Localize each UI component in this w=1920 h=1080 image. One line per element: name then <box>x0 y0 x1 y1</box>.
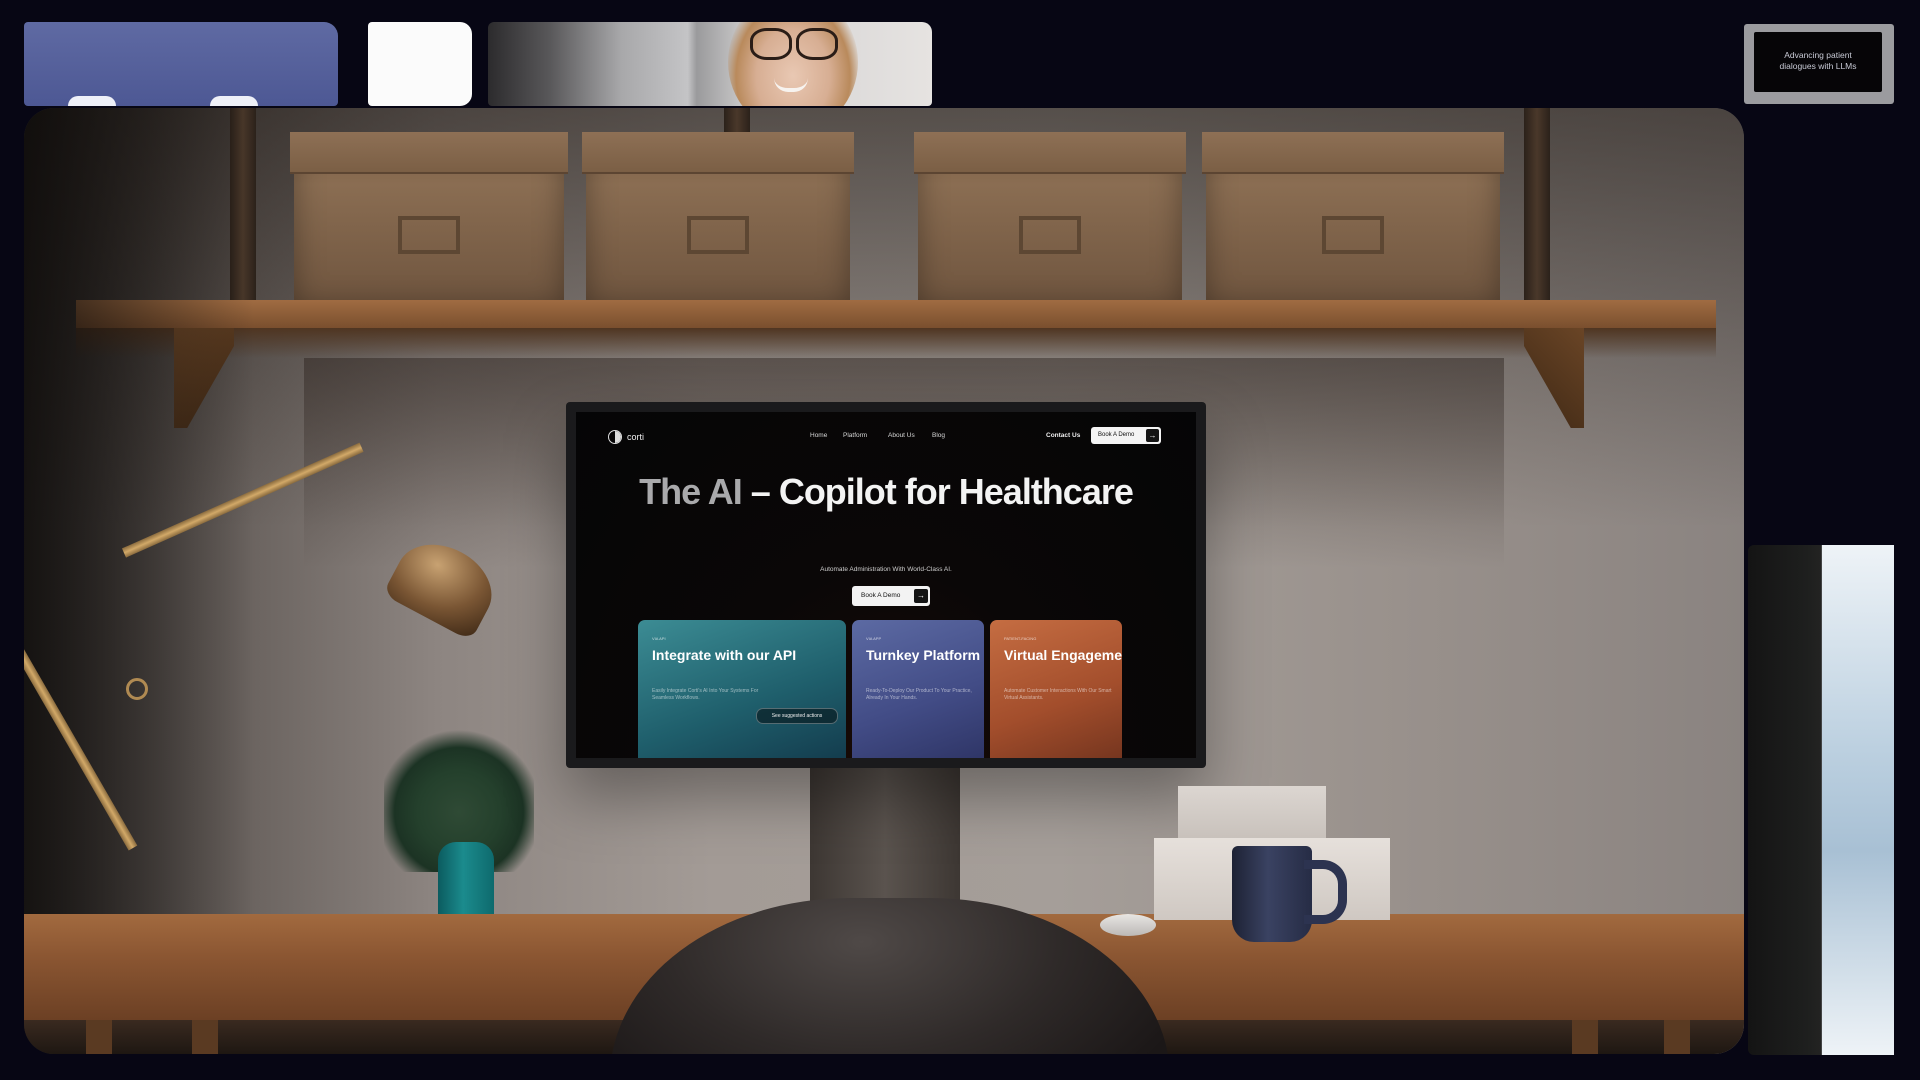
book-demo-button[interactable]: Book A Demo → <box>1091 427 1161 444</box>
logo-mark-icon <box>608 430 622 444</box>
card-description: Automate Customer Interactions With Our … <box>1004 688 1112 701</box>
nav-platform[interactable]: Platform <box>843 432 867 439</box>
card-description: Ready-To-Deploy Our Product To Your Prac… <box>866 688 972 701</box>
thumbnail-side[interactable] <box>1748 545 1894 1055</box>
thumbnail-white[interactable] <box>368 22 472 106</box>
nav-contact[interactable]: Contact Us <box>1046 432 1080 439</box>
nav-about[interactable]: About Us <box>888 432 915 439</box>
nav-blog[interactable]: Blog <box>932 432 945 439</box>
card-turnkey-platform[interactable]: Via app Turnkey Platform Ready-To-Deploy… <box>852 620 984 758</box>
card-integrate-api[interactable]: Via API Integrate with our API Easily In… <box>638 620 846 758</box>
thumbnail-preview[interactable]: Advancing patient dialogues with LLMs <box>1744 24 1894 104</box>
logo-text: corti <box>627 432 645 442</box>
card-virtual-engagement[interactable]: Patient-facing Virtual Engagement Automa… <box>990 620 1122 758</box>
box-stack-top <box>1178 786 1326 842</box>
arrow-right-icon: → <box>914 589 928 603</box>
coffee-mug <box>1232 846 1312 942</box>
pill-shape <box>68 96 116 106</box>
card-title: Turnkey Platform <box>866 647 981 663</box>
hero-title-main: – Copilot for Healthcare <box>741 471 1134 512</box>
book-demo-label: Book A Demo <box>1098 432 1135 438</box>
desk-leg <box>86 1020 112 1054</box>
website-screen: corti Home Platform About Us Blog Contac… <box>576 412 1196 758</box>
hero-title: The AI – Copilot for Healthcare <box>576 470 1196 514</box>
card-title: Virtual Engagement <box>1004 647 1122 663</box>
glasses-shape <box>750 28 838 60</box>
monitor-stand <box>810 768 960 916</box>
storage-box <box>914 132 1186 308</box>
wooden-shelf <box>76 300 1716 328</box>
main-video-frame[interactable]: corti Home Platform About Us Blog Contac… <box>24 108 1744 1054</box>
shelf-underside <box>76 328 1716 358</box>
lamp-joint <box>126 678 148 700</box>
card-eyebrow: Patient-facing <box>1004 636 1037 641</box>
shelf-rail <box>1524 108 1550 308</box>
pill-shape <box>210 96 258 106</box>
storage-box <box>582 132 854 308</box>
desk-leg <box>1572 1020 1598 1054</box>
site-navbar: corti Home Platform About Us Blog Contac… <box>576 426 1196 448</box>
side-strip <box>1822 545 1894 1055</box>
nav-home[interactable]: Home <box>810 432 827 439</box>
hero-cta-label: Book A Demo <box>861 592 901 599</box>
card-description: Easily Integrate Corti's AI Into Your Sy… <box>652 688 759 701</box>
hero-title-dim: The AI <box>639 471 743 512</box>
site-logo[interactable]: corti <box>608 430 644 444</box>
thumbnail-blue[interactable] <box>24 22 338 106</box>
storage-box <box>290 132 568 308</box>
card-title: Integrate with our API <box>652 647 797 663</box>
mug-handle <box>1304 860 1347 924</box>
monitor: corti Home Platform About Us Blog Contac… <box>566 402 1206 768</box>
storage-box <box>1202 132 1504 308</box>
hero-subtitle: Automate Administration With World-Class… <box>820 566 952 573</box>
desk-leg <box>1664 1020 1690 1054</box>
preview-screen: Advancing patient dialogues with LLMs <box>1754 32 1882 92</box>
arrow-right-icon: → <box>1146 429 1159 442</box>
preview-caption: Advancing patient dialogues with LLMs <box>1779 50 1857 71</box>
left-wall-shadow <box>24 108 254 1054</box>
thumbnail-portrait[interactable] <box>488 22 932 106</box>
computer-mouse <box>1100 914 1156 936</box>
card-eyebrow: Via API <box>652 636 666 641</box>
suggested-actions-chip[interactable]: See suggested actions <box>756 708 838 724</box>
hero-book-demo-button[interactable]: Book A Demo → <box>852 586 930 606</box>
card-eyebrow: Via app <box>866 636 882 641</box>
desk-leg <box>192 1020 218 1054</box>
